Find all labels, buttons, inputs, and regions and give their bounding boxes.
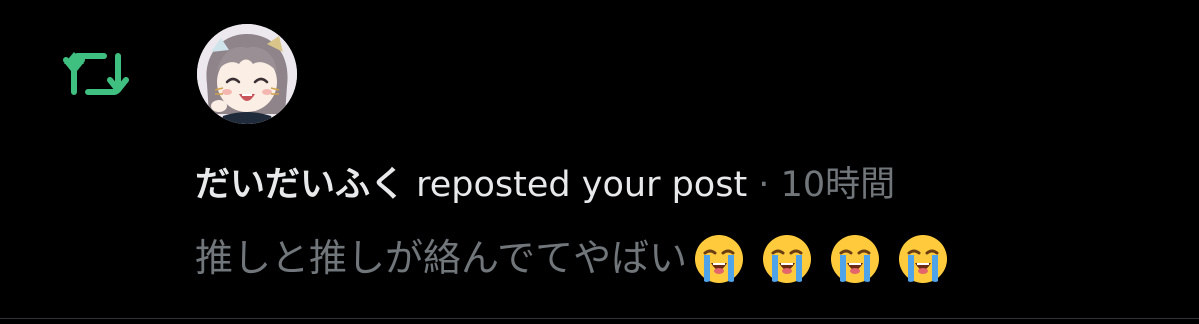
loudly-crying-face-emoji bbox=[693, 233, 745, 285]
repost-notification[interactable]: だいだいふく reposted your post · 10時間 推しと推しが絡… bbox=[0, 0, 1199, 324]
repost-icon bbox=[60, 48, 132, 100]
loudly-crying-face-emoji bbox=[829, 233, 881, 285]
post-text: 推しと推しが絡んでてやばい bbox=[195, 236, 688, 280]
action-text: reposted your post bbox=[405, 165, 748, 205]
loudly-crying-face-emoji bbox=[897, 233, 949, 285]
loudly-crying-face-emoji bbox=[761, 233, 813, 285]
post-preview[interactable]: 推しと推しが絡んでてやばい bbox=[195, 230, 965, 286]
divider bbox=[0, 318, 1199, 319]
notification-header: だいだいふく reposted your post · 10時間 bbox=[195, 160, 895, 210]
user-name-link[interactable]: だいだいふく bbox=[195, 165, 405, 205]
separator-dot: · bbox=[747, 165, 781, 205]
timestamp[interactable]: 10時間 bbox=[781, 165, 896, 205]
avatar[interactable] bbox=[197, 24, 297, 124]
emoji-row bbox=[693, 232, 965, 289]
